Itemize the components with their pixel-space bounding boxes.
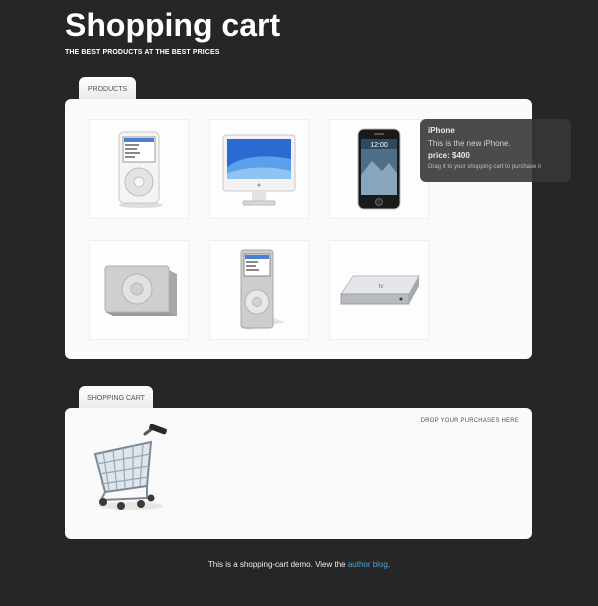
- product-iphone[interactable]: 12:00: [329, 119, 429, 219]
- author-blog-link[interactable]: author blog: [348, 560, 388, 569]
- product-ipod-shuffle[interactable]: [89, 240, 189, 340]
- apple-tv-icon: tv: [340, 275, 420, 305]
- product-apple-tv[interactable]: tv: [329, 240, 429, 340]
- iphone-icon: 12:00: [357, 128, 401, 210]
- svg-text:12:00: 12:00: [370, 142, 388, 149]
- tooltip-price: price: $400: [428, 151, 470, 160]
- page-subtitle: THE BEST PRODUCTS AT THE BEST PRICES: [65, 49, 220, 56]
- tab-shopping-cart-label: SHOPPING CART: [87, 394, 145, 402]
- shopping-cart-dropzone[interactable]: DROP YOUR PURCHASES HERE: [65, 408, 532, 539]
- page-title: Shopping cart: [65, 7, 281, 43]
- product-tooltip: iPhone This is the new iPhone. price: $4…: [420, 119, 571, 182]
- ipod-shuffle-icon: [104, 265, 177, 316]
- tooltip-product-name: iPhone: [428, 126, 455, 135]
- tooltip-description: This is the new iPhone.: [428, 139, 511, 148]
- footer: This is a shopping-cart demo. View the a…: [0, 560, 598, 569]
- product-imac[interactable]: [209, 119, 309, 219]
- tab-shopping-cart: SHOPPING CART: [79, 386, 153, 410]
- footer-text: This is a shopping-cart demo. View the: [207, 560, 348, 569]
- tab-products: PRODUCTS: [79, 77, 136, 101]
- drop-hint: DROP YOUR PURCHASES HERE: [420, 418, 519, 424]
- shopping-cart-icon: [93, 424, 167, 510]
- svg-text:tv: tv: [379, 284, 384, 290]
- ipod-classic-icon: [118, 131, 163, 208]
- product-ipod-nano[interactable]: [209, 240, 309, 340]
- tooltip-hint: Drag it to your shopping cart to purchas…: [428, 164, 542, 170]
- ipod-nano-icon: [240, 249, 285, 330]
- footer-text-end: .: [387, 560, 391, 569]
- tab-products-label: PRODUCTS: [87, 85, 128, 93]
- product-ipod-classic[interactable]: [89, 119, 189, 219]
- imac-icon: [222, 134, 296, 206]
